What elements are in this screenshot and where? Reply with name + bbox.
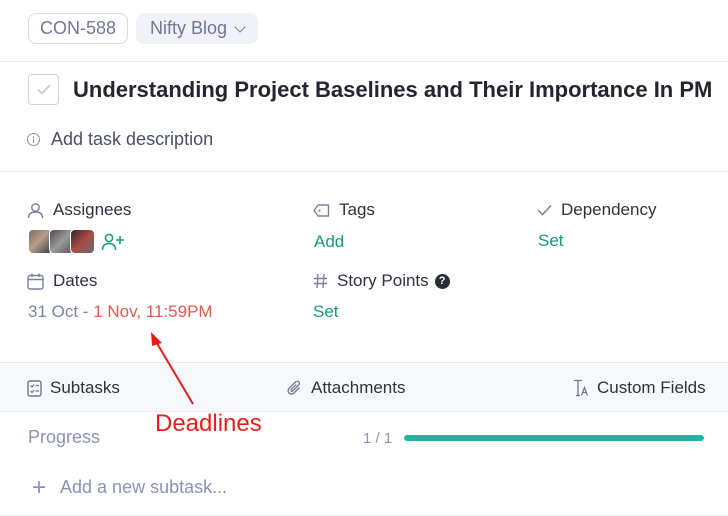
- help-icon[interactable]: ?: [434, 273, 450, 289]
- tab-subtasks-label: Subtasks: [50, 378, 120, 397]
- task-complete-checkbox[interactable]: [28, 74, 59, 105]
- annotation-label: Deadlines: [155, 410, 262, 437]
- task-title[interactable]: Understanding Project Baselines and Thei…: [73, 77, 712, 103]
- add-subtask-placeholder: Add a new subtask...: [60, 477, 228, 497]
- add-tag-button[interactable]: Add: [314, 232, 344, 252]
- project-name: Nifty Blog: [150, 18, 228, 38]
- avatar[interactable]: [70, 229, 95, 254]
- check-icon: [537, 204, 552, 216]
- user-icon: [27, 202, 44, 218]
- story-points-label: Story Points ?: [313, 271, 450, 291]
- dependency-label: Dependency: [537, 200, 656, 220]
- assignees-label-text: Assignees: [53, 200, 132, 219]
- tag-icon: [313, 203, 330, 217]
- tab-attachments-label: Attachments: [311, 378, 406, 397]
- chevron-down-icon: [234, 20, 246, 33]
- task-id-text: CON-588: [40, 18, 117, 38]
- tab-attachments[interactable]: Attachments: [287, 378, 406, 398]
- dependency-label-text: Dependency: [561, 200, 657, 219]
- tags-label-text: Tags: [339, 200, 375, 219]
- description-divider: [0, 171, 728, 172]
- tab-subtasks[interactable]: Subtasks: [27, 378, 120, 398]
- add-user-icon[interactable]: [101, 233, 125, 251]
- start-date: 31 Oct -: [28, 302, 89, 321]
- task-header-bar: CON-588 Nifty Blog: [28, 13, 259, 44]
- task-tabs: Subtasks Attachments Custom Fields: [0, 362, 728, 412]
- assignee-avatars[interactable]: [28, 229, 125, 254]
- progress-bar-fill: [404, 435, 704, 441]
- progress-count: 1 / 1: [363, 430, 393, 447]
- checkmark-icon: [36, 84, 51, 95]
- plus-icon: +: [32, 473, 47, 501]
- dates-label-text: Dates: [53, 271, 98, 290]
- task-title-row: Understanding Project Baselines and Thei…: [28, 74, 712, 105]
- checklist-icon: [27, 379, 42, 397]
- assignees-label: Assignees: [27, 200, 131, 220]
- header-divider: [0, 61, 728, 62]
- task-id-badge[interactable]: CON-588: [28, 13, 129, 44]
- date-range[interactable]: 31 Oct - 1 Nov, 11:59PM: [28, 302, 213, 322]
- due-date: 1 Nov, 11:59PM: [93, 302, 213, 321]
- text-field-icon: [574, 379, 589, 397]
- set-story-points-button[interactable]: Set: [313, 302, 339, 322]
- progress-bar: [404, 435, 704, 441]
- calendar-icon: [27, 273, 44, 290]
- task-description[interactable]: Add task description: [27, 129, 213, 150]
- hash-icon: [314, 273, 327, 289]
- subtask-progress: Progress 1 / 1: [28, 427, 704, 449]
- info-icon: [27, 133, 40, 146]
- set-dependency-button[interactable]: Set: [538, 231, 564, 251]
- tab-custom-fields[interactable]: Custom Fields: [573, 378, 706, 398]
- story-points-label-text: Story Points: [337, 271, 429, 290]
- tags-label: Tags: [313, 200, 375, 220]
- dates-label: Dates: [27, 271, 97, 291]
- paperclip-icon: [287, 380, 301, 395]
- progress-label: Progress: [28, 427, 101, 447]
- description-placeholder: Add task description: [51, 129, 214, 149]
- project-selector[interactable]: Nifty Blog: [136, 13, 259, 44]
- add-subtask-input[interactable]: + Add a new subtask...: [32, 473, 228, 501]
- tab-custom-fields-label: Custom Fields: [597, 378, 706, 397]
